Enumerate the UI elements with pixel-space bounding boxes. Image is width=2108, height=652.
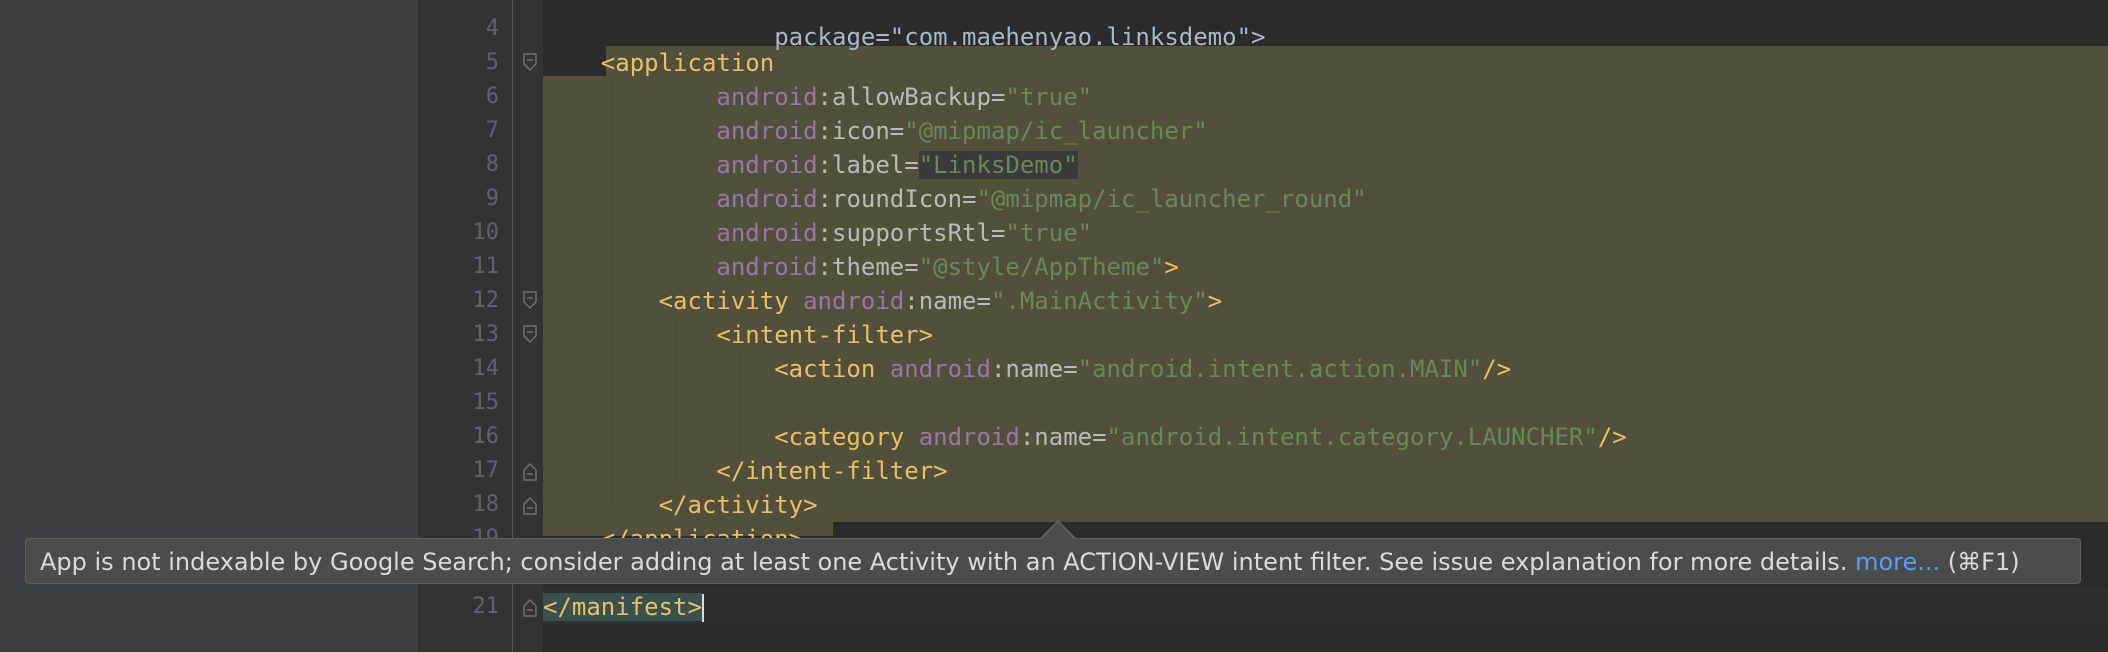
code-line-8[interactable]: android:label="LinksDemo"	[543, 148, 1078, 182]
line-number: 10	[472, 220, 500, 245]
line-number: 17	[472, 458, 500, 483]
line-number: 11	[472, 254, 500, 279]
text-caret	[701, 594, 704, 622]
tooltip-more-link[interactable]: more...	[1855, 548, 1940, 576]
line-number: 5	[485, 50, 499, 75]
code-line-14[interactable]: <action android:name="android.intent.act…	[543, 352, 1511, 386]
package-attribute: package="com.maehenyao.linksdemo">	[774, 23, 1266, 51]
code-line-12[interactable]: <activity android:name=".MainActivity">	[543, 284, 1223, 318]
code-line-3[interactable]: package="com.maehenyao.linksdemo">	[543, 0, 1265, 51]
code-line-7[interactable]: android:icon="@mipmap/ic_launcher"	[543, 114, 1207, 148]
manifest-close-tag: </manifest>	[543, 593, 702, 621]
line-number: 13	[472, 322, 500, 347]
tooltip-message: App is not indexable by Google Search; c…	[40, 548, 1856, 576]
code-line-16[interactable]: <category android:name="android.intent.c…	[543, 420, 1627, 454]
code-line-10[interactable]: android:supportsRtl="true"	[543, 216, 1092, 250]
lint-tooltip: App is not indexable by Google Search; c…	[25, 538, 2081, 584]
code-line-17[interactable]: </intent-filter>	[543, 454, 947, 488]
line-number: 15	[472, 390, 500, 415]
fold-end-icon[interactable]	[523, 461, 537, 481]
line-number: 18	[472, 492, 500, 517]
label-value: "LinksDemo"	[918, 151, 1078, 179]
line-number: 21	[472, 594, 500, 619]
code-line-5[interactable]: <application	[543, 46, 774, 80]
fold-end-icon[interactable]	[523, 495, 537, 515]
line-number: 8	[485, 152, 499, 177]
line-number: 7	[485, 118, 499, 143]
code-line-18[interactable]: </activity>	[543, 488, 818, 522]
line-number: 4	[485, 16, 499, 41]
fold-end-icon[interactable]	[523, 597, 537, 617]
line-number: 14	[472, 356, 500, 381]
tooltip-arrow-fill	[1042, 522, 1074, 539]
tooltip-shortcut: (⌘F1)	[1940, 548, 2020, 576]
line-number: 16	[472, 424, 500, 449]
fold-collapse-icon[interactable]	[523, 291, 537, 311]
code-line-21[interactable]: </manifest>	[543, 590, 2108, 624]
code-line-11[interactable]: android:theme="@style/AppTheme">	[543, 250, 1178, 284]
line-number: 12	[472, 288, 500, 313]
line-number: 9	[485, 186, 499, 211]
line-number: 6	[485, 84, 499, 109]
fold-collapse-icon[interactable]	[523, 325, 537, 345]
fold-collapse-icon[interactable]	[523, 53, 537, 73]
code-line-9[interactable]: android:roundIcon="@mipmap/ic_launcher_r…	[543, 182, 1366, 216]
code-line-6[interactable]: android:allowBackup="true"	[543, 80, 1092, 114]
code-line-13[interactable]: <intent-filter>	[543, 318, 933, 352]
